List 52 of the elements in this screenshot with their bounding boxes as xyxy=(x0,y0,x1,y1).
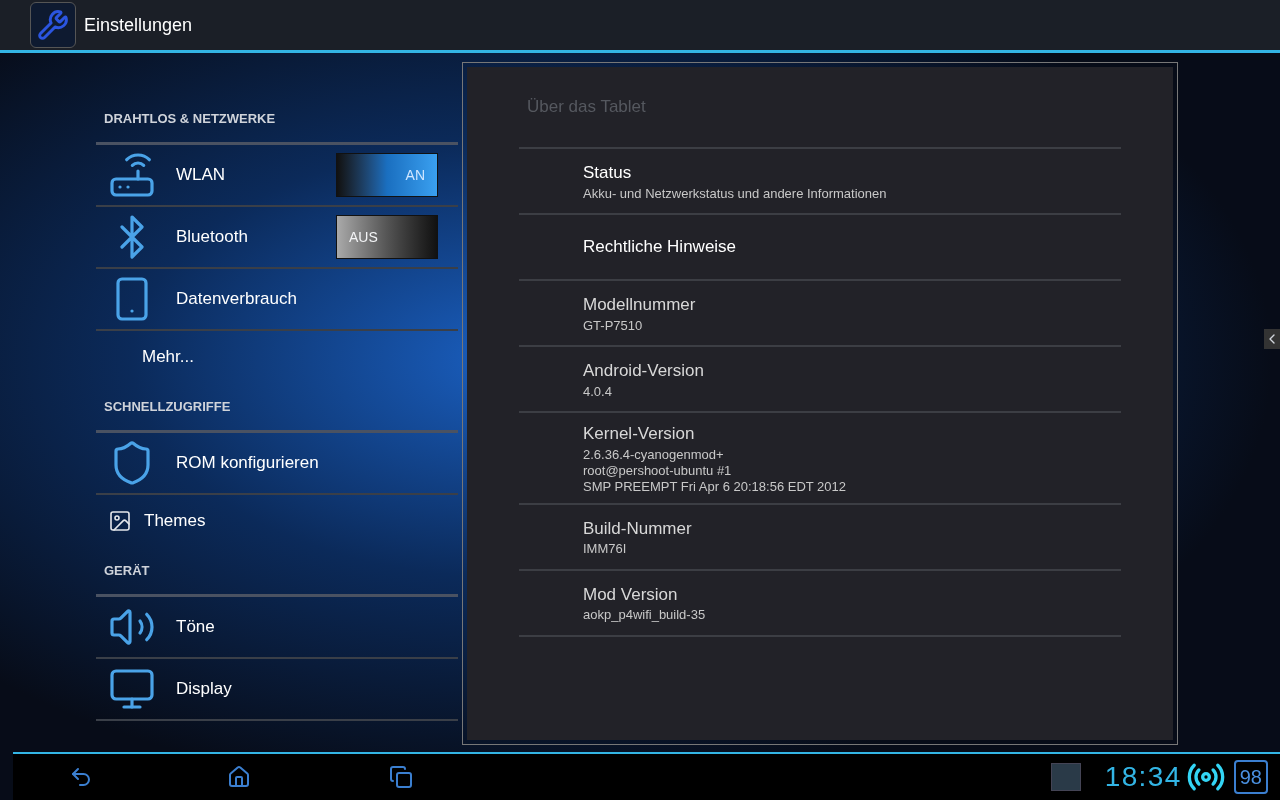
settings-item[interactable]: Display xyxy=(96,659,458,721)
row-title: Status xyxy=(583,162,633,185)
row-title: Build-Nummer xyxy=(583,517,693,540)
settings-item[interactable]: WLAN AN xyxy=(96,145,458,207)
item-label: Display xyxy=(176,678,232,701)
settings-item[interactable]: Themes xyxy=(96,495,458,547)
toggle-label: AN xyxy=(405,166,425,185)
preference-row[interactable]: Modellnummer GT-P7510 xyxy=(519,279,1121,345)
router-icon xyxy=(108,151,156,199)
battery-level: 98 xyxy=(1233,760,1268,794)
settings-item[interactable]: Datenverbrauch xyxy=(96,269,458,331)
preference-row[interactable]: Android-Version 4.0.4 xyxy=(519,345,1121,411)
image-icon xyxy=(108,509,132,533)
item-label: Datenverbrauch xyxy=(176,288,297,311)
settings-item[interactable]: ROM konfigurieren xyxy=(96,433,458,495)
item-label: WLAN xyxy=(176,164,226,187)
row-title: Kernel-Version xyxy=(583,423,696,445)
preference-row[interactable]: Rechtliche Hinweise xyxy=(519,213,1121,279)
settings-item[interactable]: Mehr... xyxy=(96,331,458,383)
notification-thumbnail[interactable] xyxy=(1050,763,1081,791)
toggle-switch[interactable]: AUS xyxy=(336,215,438,259)
row-summary: 2.6.36.4-cyanogenmod+ xyxy=(583,446,725,463)
section-header: DRAHTLOS & NETZWERKE xyxy=(104,109,276,128)
clock: 18:34 xyxy=(1104,760,1182,794)
preference-row[interactable]: Status Akku- und Netzwerkstatus und andere Informationen xyxy=(519,147,1121,213)
section-header: SCHNELLZUGRIFFE xyxy=(104,397,231,416)
panel-handle-icon[interactable] xyxy=(1264,329,1280,349)
row-title: Modellnummer xyxy=(583,294,697,317)
action-bar-title: Einstellungen xyxy=(84,13,193,37)
row-summary: Akku- und Netzwerkstatus und andere Informationen xyxy=(583,185,888,202)
item-label: Töne xyxy=(176,616,215,639)
settings-item[interactable]: Bluetooth AUS xyxy=(96,207,458,269)
row-summary: SMP PREEMPT Fri Apr 6 20:18:56 EDT 2012 xyxy=(583,478,847,495)
toggle-label: AUS xyxy=(349,228,378,247)
row-title: Mod Version xyxy=(583,583,679,606)
item-label: Bluetooth xyxy=(176,226,248,249)
wrench-icon xyxy=(37,9,69,41)
settings-item[interactable]: Töne xyxy=(96,597,458,659)
preference-row[interactable]: Build-Nummer IMM76I xyxy=(519,502,1121,569)
row-summary: 4.0.4 xyxy=(583,383,613,400)
item-label: ROM konfigurieren xyxy=(176,452,319,475)
row-title: Rechtliche Hinweise xyxy=(583,236,738,259)
row-summary: root@pershoot-ubuntu #1 xyxy=(583,462,733,479)
section-header: GERÄT xyxy=(104,561,150,580)
item-label: Themes xyxy=(144,510,206,533)
item-label: Mehr... xyxy=(142,346,194,369)
preference-row[interactable]: Kernel-Version 2.6.36.4-cyanogenmod+ root@pershoot-ubuntu #1 SMP PREEMPT Fri Apr 6 20:18:56 EDT 2012 xyxy=(519,411,1121,503)
row-summary: GT-P7510 xyxy=(583,317,644,334)
row-summary: aokp_p4wifi_build-35 xyxy=(583,607,707,624)
row-title: Android-Version xyxy=(583,360,705,383)
preference-row[interactable]: Mod Version aokp_p4wifi_build-35 xyxy=(519,568,1121,635)
row-summary: IMM76I xyxy=(583,541,628,558)
